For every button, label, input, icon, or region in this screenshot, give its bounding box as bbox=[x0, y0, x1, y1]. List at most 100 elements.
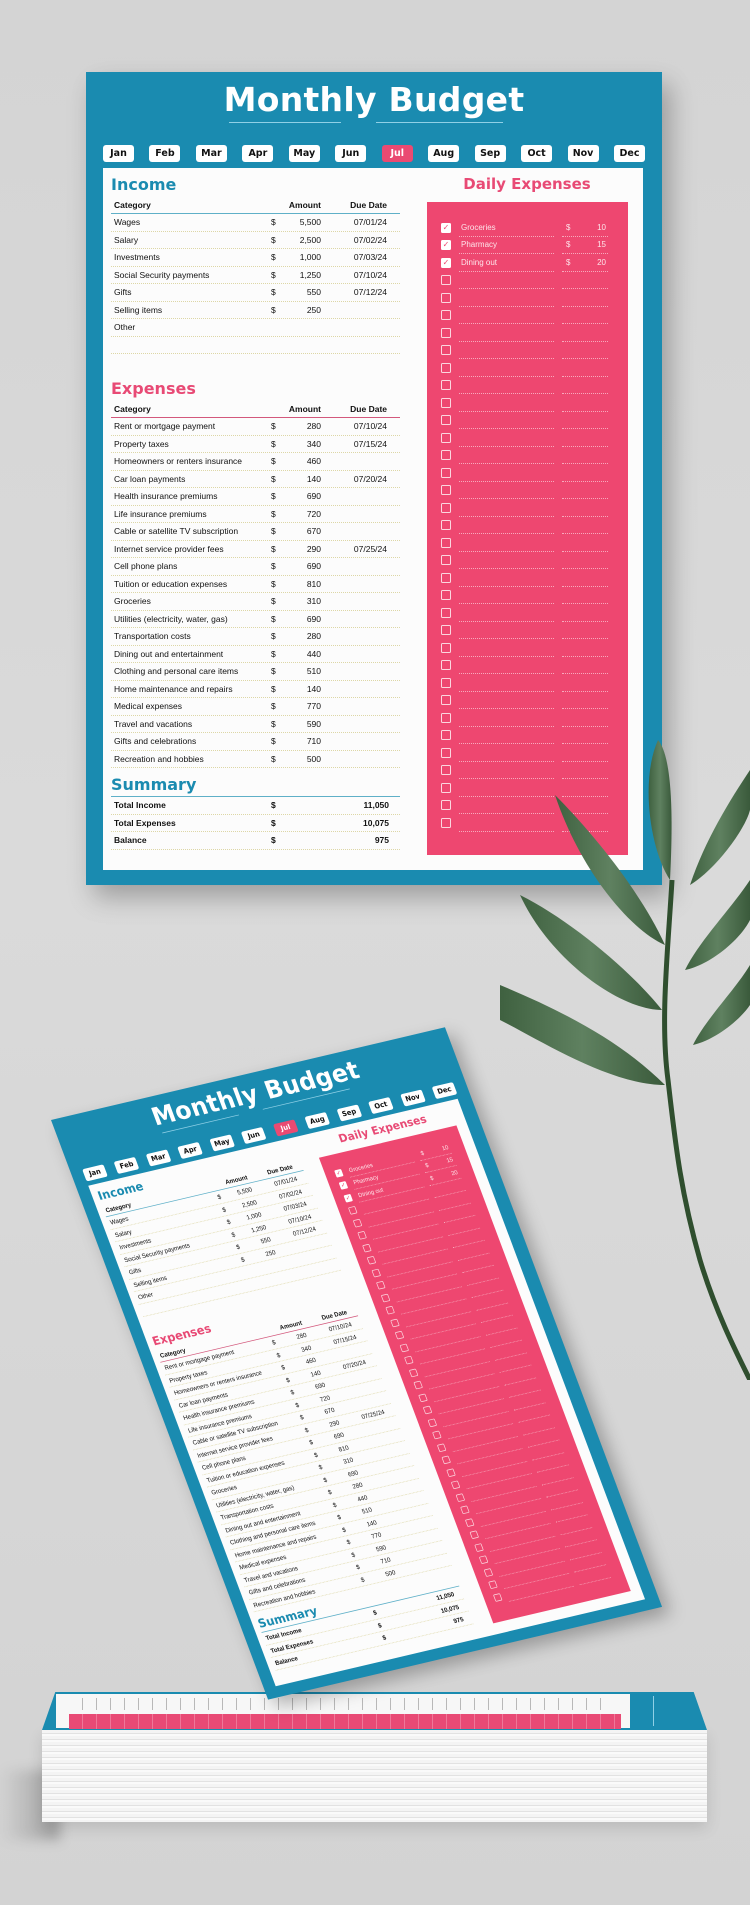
daily-expense-amount[interactable] bbox=[562, 412, 608, 429]
checkbox-unchecked[interactable] bbox=[460, 1505, 470, 1515]
daily-expense-amount[interactable] bbox=[562, 517, 608, 534]
checkbox-unchecked[interactable] bbox=[441, 695, 451, 706]
checkbox-unchecked[interactable] bbox=[357, 1231, 367, 1240]
checkbox-unchecked[interactable] bbox=[474, 1543, 484, 1552]
checkbox-unchecked[interactable] bbox=[376, 1281, 386, 1290]
daily-expense-amount[interactable] bbox=[562, 639, 608, 657]
checkbox-unchecked[interactable] bbox=[441, 397, 451, 408]
month-tab-apr[interactable]: Apr bbox=[177, 1141, 204, 1159]
checkbox-checked[interactable]: ✓ bbox=[338, 1181, 349, 1190]
daily-expense-item[interactable] bbox=[459, 587, 554, 604]
checkbox-checked[interactable]: ✓ bbox=[343, 1193, 353, 1203]
checkbox-unchecked[interactable] bbox=[441, 765, 451, 776]
checkbox-unchecked[interactable] bbox=[441, 572, 451, 583]
daily-expense-amount[interactable] bbox=[562, 394, 608, 412]
daily-expense-amount[interactable] bbox=[562, 429, 608, 447]
checkbox-unchecked[interactable] bbox=[441, 292, 451, 303]
month-tab-jul[interactable]: Jul bbox=[272, 1119, 299, 1137]
checkbox-unchecked[interactable] bbox=[488, 1580, 498, 1590]
month-tab-jan[interactable]: Jan bbox=[103, 145, 134, 162]
month-tab-nov[interactable]: Nov bbox=[399, 1089, 426, 1107]
daily-expense-amount[interactable] bbox=[562, 674, 608, 692]
daily-expense-amount[interactable] bbox=[562, 587, 608, 604]
checkbox-unchecked[interactable] bbox=[441, 625, 451, 636]
daily-expense-item[interactable] bbox=[459, 517, 554, 534]
checkbox-unchecked[interactable] bbox=[441, 537, 451, 548]
checkbox-unchecked[interactable] bbox=[390, 1318, 400, 1328]
month-tab-nov[interactable]: Nov bbox=[567, 145, 599, 162]
daily-expense-item[interactable] bbox=[459, 324, 554, 342]
checkbox-unchecked[interactable] bbox=[464, 1518, 475, 1527]
checkbox-unchecked[interactable] bbox=[441, 275, 451, 286]
month-tab-oct[interactable]: Oct bbox=[368, 1097, 394, 1115]
daily-expense-item[interactable] bbox=[459, 272, 554, 289]
daily-expense-amount[interactable] bbox=[562, 324, 608, 342]
daily-expense-item[interactable] bbox=[459, 289, 554, 307]
month-tab-aug[interactable]: Aug bbox=[428, 145, 460, 162]
month-tab-feb[interactable]: Feb bbox=[113, 1156, 140, 1174]
checkbox-unchecked[interactable] bbox=[441, 677, 451, 688]
checkbox-unchecked[interactable] bbox=[422, 1405, 433, 1415]
checkbox-unchecked[interactable] bbox=[441, 712, 451, 723]
daily-expense-item[interactable] bbox=[459, 307, 554, 324]
daily-expense-amount[interactable] bbox=[562, 464, 608, 482]
checkbox-unchecked[interactable] bbox=[436, 1443, 447, 1452]
checkbox-unchecked[interactable] bbox=[441, 555, 451, 566]
daily-expense-amount[interactable] bbox=[562, 307, 608, 324]
daily-expense-amount[interactable] bbox=[562, 447, 608, 464]
month-tab-feb[interactable]: Feb bbox=[149, 145, 181, 162]
checkbox-unchecked[interactable] bbox=[362, 1243, 372, 1253]
month-tab-jun[interactable]: Jun bbox=[335, 145, 367, 162]
daily-expense-amount[interactable] bbox=[562, 569, 608, 587]
checkbox-unchecked[interactable] bbox=[441, 590, 451, 601]
month-tab-apr[interactable]: Apr bbox=[242, 145, 274, 162]
checkbox-checked[interactable]: ✓ bbox=[441, 222, 451, 233]
checkbox-unchecked[interactable] bbox=[441, 345, 451, 356]
checkbox-unchecked[interactable] bbox=[352, 1218, 363, 1228]
month-tab-may[interactable]: May bbox=[209, 1134, 235, 1152]
checkbox-unchecked[interactable] bbox=[399, 1343, 409, 1353]
daily-expense-amount[interactable] bbox=[562, 622, 608, 639]
daily-expense-item[interactable] bbox=[459, 359, 554, 377]
daily-expense-item[interactable] bbox=[459, 657, 554, 674]
checkbox-unchecked[interactable] bbox=[441, 380, 451, 391]
month-tab-sep[interactable]: Sep bbox=[336, 1104, 363, 1122]
daily-expense-item[interactable] bbox=[459, 604, 554, 622]
month-tab-jan[interactable]: Jan bbox=[82, 1164, 108, 1182]
daily-expense-item[interactable] bbox=[459, 534, 554, 552]
daily-expense-amount[interactable] bbox=[562, 289, 608, 307]
checkbox-unchecked[interactable] bbox=[455, 1493, 466, 1502]
checkbox-unchecked[interactable] bbox=[441, 432, 451, 443]
checkbox-unchecked[interactable] bbox=[408, 1368, 419, 1378]
checkbox-unchecked[interactable] bbox=[427, 1418, 438, 1428]
checkbox-unchecked[interactable] bbox=[441, 450, 451, 461]
daily-expense-item[interactable] bbox=[459, 622, 554, 639]
daily-expense-item[interactable] bbox=[459, 499, 554, 517]
checkbox-unchecked[interactable] bbox=[418, 1393, 428, 1403]
checkbox-unchecked[interactable] bbox=[432, 1430, 442, 1440]
checkbox-unchecked[interactable] bbox=[446, 1468, 456, 1477]
checkbox-unchecked[interactable] bbox=[404, 1355, 414, 1365]
checkbox-checked[interactable]: ✓ bbox=[441, 257, 451, 268]
checkbox-unchecked[interactable] bbox=[441, 642, 451, 653]
checkbox-unchecked[interactable] bbox=[394, 1330, 405, 1340]
daily-expense-item[interactable] bbox=[459, 429, 554, 447]
daily-expense-amount[interactable] bbox=[562, 377, 608, 394]
checkbox-unchecked[interactable] bbox=[441, 1455, 452, 1465]
checkbox-unchecked[interactable] bbox=[478, 1555, 489, 1565]
daily-expense-amount[interactable] bbox=[562, 359, 608, 377]
daily-expense-amount[interactable] bbox=[562, 604, 608, 622]
month-tab-may[interactable]: May bbox=[288, 145, 320, 162]
daily-expense-amount[interactable] bbox=[562, 482, 608, 499]
checkbox-unchecked[interactable] bbox=[441, 660, 451, 671]
month-tab-oct[interactable]: Oct bbox=[521, 145, 553, 162]
daily-expense-amount[interactable] bbox=[562, 499, 608, 517]
month-tab-jun[interactable]: Jun bbox=[240, 1126, 267, 1145]
checkbox-unchecked[interactable] bbox=[348, 1206, 358, 1215]
checkbox-unchecked[interactable] bbox=[441, 467, 451, 478]
checkbox-unchecked[interactable] bbox=[441, 730, 451, 741]
checkbox-unchecked[interactable] bbox=[441, 415, 451, 426]
checkbox-unchecked[interactable] bbox=[492, 1592, 503, 1602]
daily-expense-item[interactable] bbox=[459, 569, 554, 587]
daily-expense-amount[interactable]: $10 bbox=[562, 219, 608, 237]
